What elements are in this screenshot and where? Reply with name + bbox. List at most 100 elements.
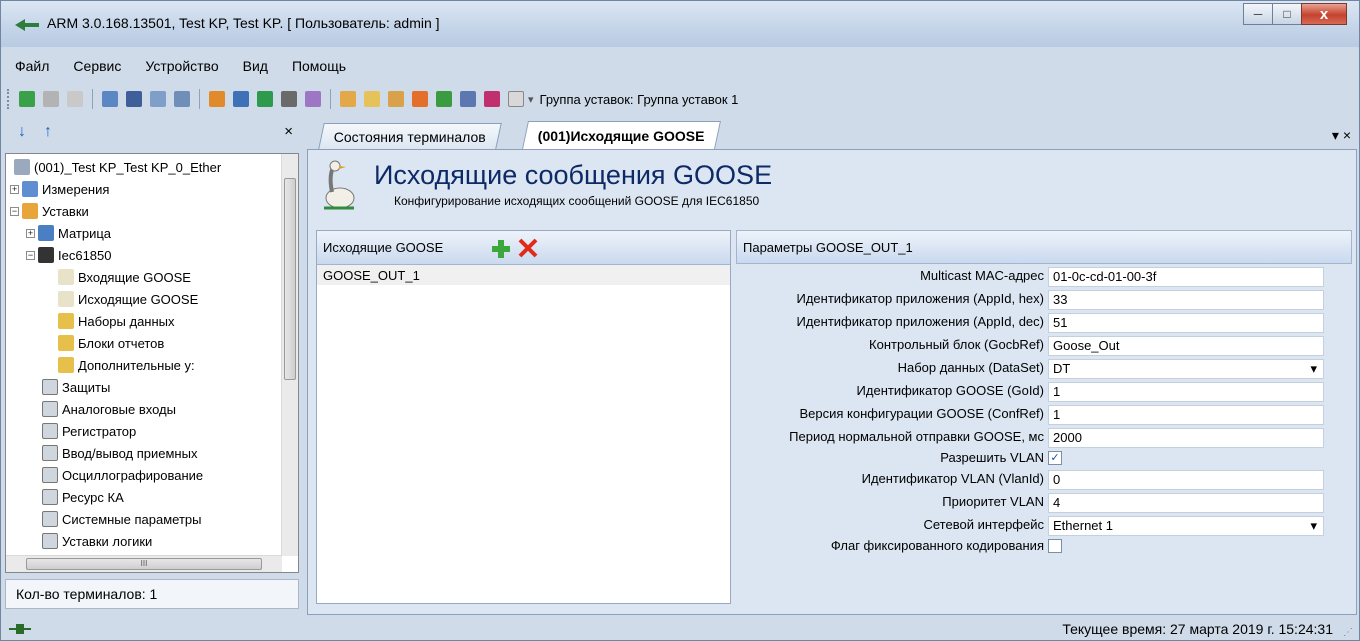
goose-icon [58,269,74,285]
tree-item-system-params[interactable]: Системные параметры [42,508,201,530]
menu-device[interactable]: Устройство [133,58,230,74]
toolbar-separator [199,89,200,109]
connect-icon[interactable] [19,91,35,107]
window-view-icon[interactable] [174,91,190,107]
scroll-thumb[interactable] [284,178,296,380]
tree-icon[interactable] [257,91,273,107]
filter-icon[interactable] [281,91,297,107]
param-label: Сетевой интерфейс [923,517,1045,532]
matrix-icon [38,225,54,241]
edit-icon[interactable] [364,91,380,107]
menu-file[interactable]: Файл [3,58,61,74]
collapse-icon[interactable]: − [26,250,35,260]
tree-item-resource[interactable]: Ресурс КА [42,486,124,508]
open-icon[interactable] [340,91,356,107]
tree-item-protections[interactable]: Защиты [42,376,110,398]
tab-outgoing-goose[interactable]: (001)Исходящие GOOSE [522,121,721,149]
tree-item-matrix[interactable]: + Матрица [26,222,111,244]
save-icon[interactable] [388,91,404,107]
tree-item-io-receivers[interactable]: Ввод/вывод приемных [42,442,197,464]
dataset-select[interactable]: DT [1048,359,1324,379]
list-item[interactable]: GOOSE_OUT_1 [317,265,730,285]
toolbar-dropdown-arrow[interactable]: ▾ [528,93,534,106]
settings-group-label[interactable]: Группа уставок: Группа уставок 1 [540,92,739,107]
period-field[interactable]: 2000 [1048,428,1324,448]
menu-view[interactable]: Вид [231,58,280,74]
maximize-button[interactable]: □ [1272,3,1302,25]
move-down-button[interactable]: ↓ [13,123,31,141]
multicast-mac-field[interactable]: 01-0c-cd-01-00-3f [1048,267,1324,287]
tab-controls[interactable]: ▾ × [1332,127,1351,144]
title-bar: ARM 3.0.168.13501, Test KP, Test KP. [ П… [1,1,1359,47]
tree-item-oscillography[interactable]: Осциллографирование [42,464,203,486]
tools-icon[interactable] [305,91,321,107]
tree-vertical-scrollbar[interactable] [281,154,298,556]
tab-terminal-states[interactable]: Состояния терминалов [318,123,502,149]
param-fixed-encoding: Флаг фиксированного кодирования [736,536,1352,557]
settings-icon[interactable] [460,91,476,107]
tree-item-outgoing-goose[interactable]: Исходящие GOOSE [58,288,198,310]
vlanid-field[interactable]: 0 [1048,470,1324,490]
disconnect-icon[interactable] [43,91,59,107]
param-label: Разрешить VLAN [940,450,1044,465]
vlan-priority-field[interactable]: 4 [1048,493,1324,513]
param-confref: Версия конфигурации GOOSE (ConfRef) 1 [736,404,1352,425]
device-icon[interactable] [67,91,83,107]
tree-item-recorder[interactable]: Регистратор [42,420,136,442]
tree-item-report-blocks[interactable]: Блоки отчетов [58,332,164,354]
scroll-thumb[interactable]: III [26,558,262,570]
grid-view-icon[interactable] [126,91,142,107]
table-icon [42,401,58,417]
expand-icon[interactable]: + [26,228,35,238]
tree-item-label: (001)_Test KP_Test KP_0_Ether [34,159,222,175]
matrix-view-icon[interactable] [150,91,166,107]
window-title: ARM 3.0.168.13501, Test KP, Test KP. [ П… [47,15,440,31]
tree-item-additional[interactable]: Дополнительные у: [58,354,195,376]
tree-item-label: Защиты [62,379,111,395]
toolbar-separator [330,89,331,109]
add-icon[interactable] [491,239,511,259]
goose-icon [58,291,74,307]
table-icon [42,489,58,505]
close-button[interactable]: x [1301,3,1347,25]
move-up-button[interactable]: ↑ [39,123,57,141]
fixed-encoding-checkbox[interactable] [1048,539,1062,553]
gocbref-field[interactable]: Goose_Out [1048,336,1324,356]
tree-item-label: Уставки логики [62,533,153,549]
tree-item-label: Ввод/вывод приемных [62,445,198,461]
menu-service[interactable]: Сервис [61,58,133,74]
param-network-interface: Сетевой интерфейс Ethernet 1 [736,515,1352,536]
tree-item-datasets[interactable]: Наборы данных [58,310,175,332]
appid-hex-field[interactable]: 33 [1048,290,1324,310]
tree-item-terminal[interactable]: (001)_Test KP_Test KP_0_Ether [14,156,221,178]
resize-grip[interactable]: ⋰ [1343,627,1353,638]
tree-item-incoming-goose[interactable]: Входящие GOOSE [58,266,191,288]
dollar-icon[interactable] [508,91,524,107]
tree-horizontal-scrollbar[interactable]: III [6,555,282,572]
goid-field[interactable]: 1 [1048,382,1324,402]
flag-icon[interactable] [484,91,500,107]
param-period: Период нормальной отправки GOOSE, мс 200… [736,427,1352,448]
tree-item-measurements[interactable]: + Измерения [10,178,109,200]
expand-icon[interactable]: + [10,184,19,194]
sync-icon[interactable] [436,91,452,107]
minimize-button[interactable]: ─ [1243,3,1273,25]
list-view-icon[interactable] [102,91,118,107]
write-icon[interactable] [233,91,249,107]
network-interface-select[interactable]: Ethernet 1 [1048,516,1324,536]
enable-vlan-checkbox[interactable]: ✓ [1048,451,1062,465]
tree-item-analog-inputs[interactable]: Аналоговые входы [42,398,176,420]
collapse-icon[interactable]: − [10,206,19,216]
appid-dec-field[interactable]: 51 [1048,313,1324,333]
menu-help[interactable]: Помощь [280,58,358,74]
tree-item-settings[interactable]: − Уставки [10,200,89,222]
panel-close-button[interactable]: × [284,123,293,140]
tree-item-label: Блоки отчетов [78,335,165,351]
tree-item-iec61850[interactable]: − Iec61850 [26,244,112,266]
tree-item-logic-settings[interactable]: Уставки логики [42,530,152,552]
delete-icon[interactable] [517,237,539,259]
goose-editor: Исходящие сообщения GOOSE Конфигурирован… [307,149,1357,615]
rss-icon[interactable] [412,91,428,107]
confref-field[interactable]: 1 [1048,405,1324,425]
read-icon[interactable] [209,91,225,107]
